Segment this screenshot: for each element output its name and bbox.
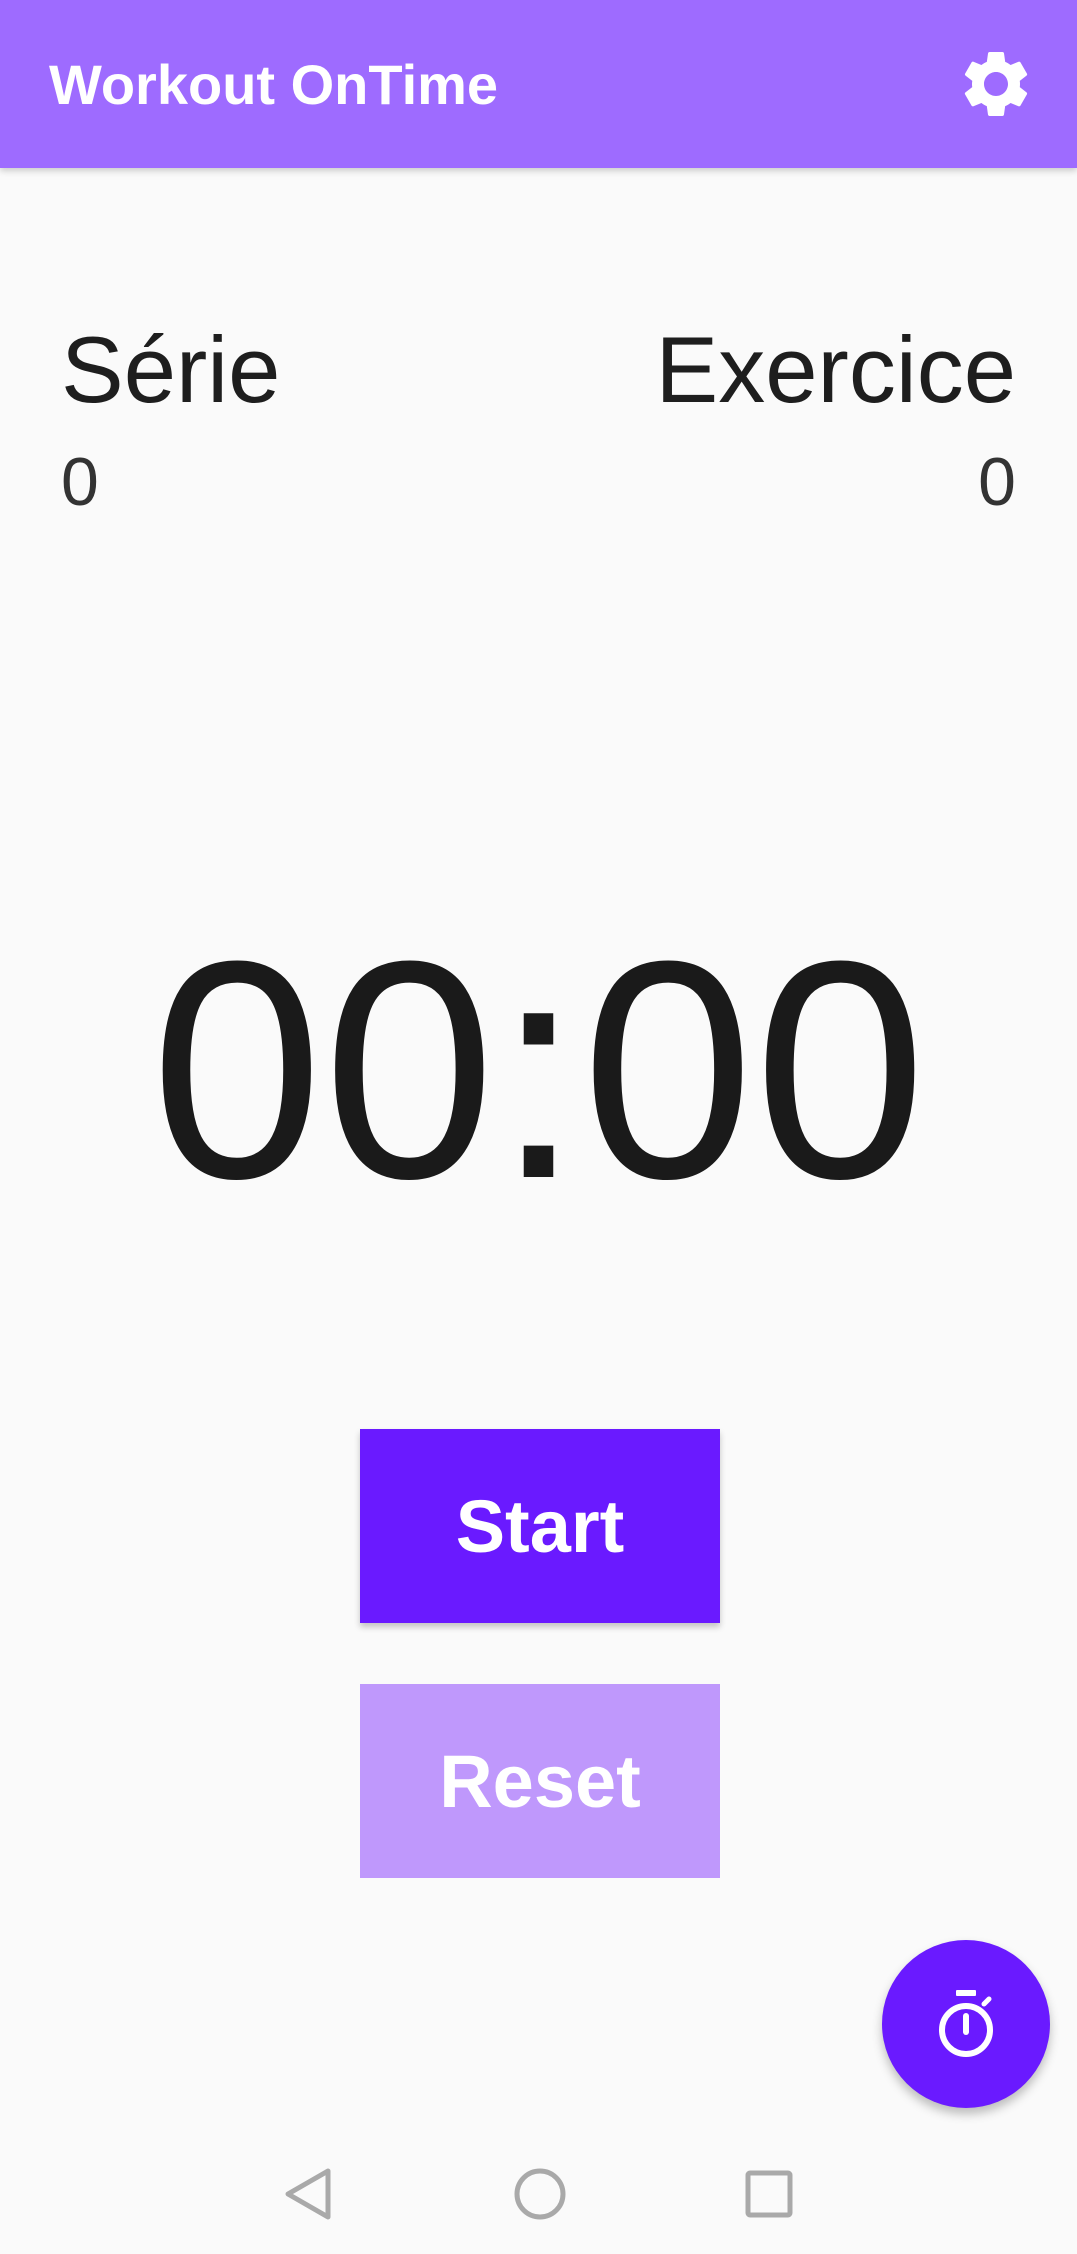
- start-button[interactable]: Start: [360, 1429, 720, 1623]
- nav-recents-button[interactable]: [729, 2154, 809, 2234]
- serie-value: 0: [61, 444, 99, 520]
- system-navigation-bar: [0, 2134, 1077, 2254]
- back-triangle-icon: [285, 2168, 331, 2220]
- nav-home-button[interactable]: [500, 2154, 580, 2234]
- reset-button[interactable]: Reset: [360, 1684, 720, 1878]
- app-bar: Workout OnTime: [0, 0, 1077, 168]
- settings-button[interactable]: [952, 38, 1040, 130]
- exercice-value: 0: [978, 444, 1016, 520]
- serie-label: Série: [61, 317, 281, 422]
- exercice-label: Exercice: [655, 317, 1016, 422]
- app-title: Workout OnTime: [49, 53, 499, 116]
- nav-back-button[interactable]: [270, 2154, 350, 2234]
- timer-display: 00:00: [150, 896, 927, 1243]
- home-circle-icon: [514, 2168, 566, 2220]
- recents-square-icon: [745, 2170, 793, 2218]
- stopwatch-icon: [939, 1990, 993, 2057]
- gear-icon: [964, 51, 1028, 116]
- stopwatch-fab[interactable]: [882, 1940, 1050, 2108]
